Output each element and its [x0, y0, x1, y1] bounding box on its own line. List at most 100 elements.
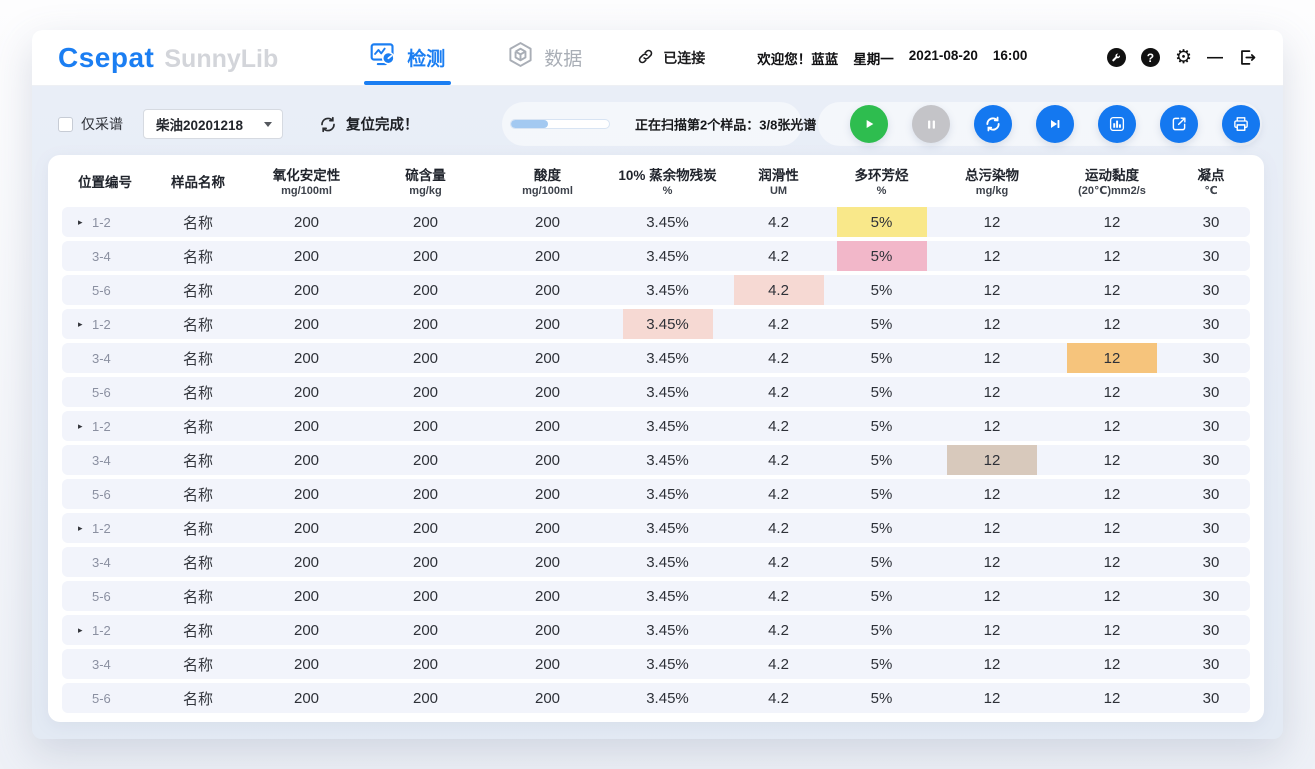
table-cell: 4.2 — [726, 343, 831, 373]
tab-detection[interactable]: 检测 — [370, 30, 445, 85]
table-row[interactable]: 5-6名称2002002003.45%4.25%121230 — [62, 479, 1250, 509]
position-cell: 3-4 — [62, 445, 148, 475]
sample-only-checkbox-group[interactable]: 仅采谱 — [58, 114, 123, 134]
table-row[interactable]: 5-6名称2002002003.45%4.25%121230 — [62, 683, 1250, 713]
table-row[interactable]: ▸1-2名称2002002003.45%4.25%121230 — [62, 615, 1250, 645]
table-row[interactable]: 5-6名称2002002003.45%4.25%121230 — [62, 275, 1250, 305]
table-cell: 200 — [248, 615, 365, 645]
sample-only-checkbox[interactable] — [58, 117, 73, 132]
table-cell: 名称 — [148, 581, 248, 611]
column-title: 硫含量 — [365, 168, 486, 185]
table-cell: 3.45% — [609, 615, 726, 645]
table-cell: 200 — [365, 615, 486, 645]
table-cell: 200 — [486, 309, 609, 339]
table-row[interactable]: 5-6名称2002002003.45%4.25%121230 — [62, 377, 1250, 407]
table-cell: 200 — [365, 445, 486, 475]
table-cell: 200 — [248, 309, 365, 339]
expand-arrow-icon[interactable]: ▸ — [78, 218, 87, 227]
sample-select-value: 柴油20201218 — [156, 114, 243, 134]
table-cell: 3.45% — [609, 343, 726, 373]
column-header-4: 酸度mg/100ml — [486, 168, 609, 199]
app-header: Csepat SunnyLib 检测 — [32, 30, 1283, 86]
export-button[interactable] — [1160, 105, 1198, 143]
table-cell: 5% — [831, 649, 932, 679]
table-cell: 200 — [365, 683, 486, 713]
start-button[interactable] — [850, 105, 888, 143]
table-cell: 名称 — [148, 275, 248, 305]
expand-arrow-icon[interactable]: ▸ — [78, 524, 87, 533]
reset-scan-button[interactable] — [974, 105, 1012, 143]
table-cell: 3.45% — [609, 275, 726, 305]
logout-icon[interactable] — [1238, 48, 1257, 67]
table-cell: 3.45% — [609, 309, 726, 339]
content-area: 仅采谱 柴油20201218 复位完成！ — [32, 86, 1283, 739]
connection-label: 已连接 — [663, 48, 705, 68]
help-icon[interactable]: ? — [1141, 48, 1160, 67]
table-cell: 12 — [932, 479, 1052, 509]
position-label: 1-2 — [92, 623, 111, 638]
toolbar: 仅采谱 柴油20201218 复位完成！ — [32, 86, 1283, 152]
table-row[interactable]: 5-6名称2002002003.45%4.25%121230 — [62, 581, 1250, 611]
table-cell: 名称 — [148, 649, 248, 679]
date-text: 2021-08-20 — [909, 48, 978, 68]
table-cell: 3.45% — [609, 207, 726, 237]
expand-arrow-icon[interactable]: ▸ — [78, 320, 87, 329]
table-cell: 5% — [831, 309, 932, 339]
reset-status-group[interactable]: 复位完成！ — [318, 114, 419, 135]
table-row[interactable]: ▸1-2名称2002002003.45%4.25%121230 — [62, 309, 1250, 339]
expand-arrow-icon[interactable]: ▸ — [78, 422, 87, 431]
position-cell: 3-4 — [62, 547, 148, 577]
position-cell: 3-4 — [62, 649, 148, 679]
sample-select-dropdown[interactable]: 柴油20201218 — [143, 109, 283, 139]
table-cell: 名称 — [148, 479, 248, 509]
table-cell: 4.2 — [726, 581, 831, 611]
table-row[interactable]: ▸1-2名称2002002003.45%4.25%121230 — [62, 411, 1250, 441]
table-cell: 12 — [932, 309, 1052, 339]
table-cell: 4.2 — [726, 275, 831, 305]
table-cell: 4.2 — [726, 377, 831, 407]
table-cell: 4.2 — [726, 445, 831, 475]
table-cell: 4.2 — [726, 683, 831, 713]
table-cell: 30 — [1172, 275, 1250, 305]
table-cell: 5% — [831, 683, 932, 713]
table-row[interactable]: ▸1-2名称2002002003.45%4.25%121230 — [62, 513, 1250, 543]
export-icon — [1170, 115, 1188, 133]
print-button[interactable] — [1222, 105, 1260, 143]
table-row[interactable]: 3-4名称2002002003.45%4.25%121230 — [62, 649, 1250, 679]
time-text: 16:00 — [993, 48, 1028, 68]
table-row[interactable]: ▸1-2名称2002002003.45%4.25%121230 — [62, 207, 1250, 237]
position-label: 1-2 — [92, 317, 111, 332]
app-window: Csepat SunnyLib 检测 — [32, 30, 1283, 739]
table-row[interactable]: 3-4名称2002002003.45%4.25%121230 — [62, 445, 1250, 475]
position-label: 5-6 — [92, 385, 111, 400]
table-cell: 200 — [365, 377, 486, 407]
chart-button[interactable] — [1098, 105, 1136, 143]
column-header-2: 氧化安定性mg/100ml — [248, 168, 365, 199]
table-cell: 200 — [486, 683, 609, 713]
table-row[interactable]: 3-4名称2002002003.45%4.25%121230 — [62, 343, 1250, 373]
pause-button[interactable] — [912, 105, 950, 143]
table-cell: 12 — [932, 411, 1052, 441]
table-cell: 200 — [365, 479, 486, 509]
column-unit: mg/100ml — [248, 185, 365, 199]
position-cell: 5-6 — [62, 581, 148, 611]
table-row[interactable]: 3-4名称2002002003.45%4.25%121230 — [62, 241, 1250, 271]
tab-data[interactable]: 数据 — [507, 30, 582, 85]
expand-arrow-icon[interactable]: ▸ — [78, 626, 87, 635]
position-label: 5-6 — [92, 283, 111, 298]
table-cell: 5% — [831, 207, 932, 237]
table-cell: 3.45% — [609, 683, 726, 713]
next-sample-button[interactable] — [1036, 105, 1074, 143]
weekday-text: 星期一 — [853, 48, 894, 68]
table-cell: 30 — [1172, 309, 1250, 339]
minimize-icon[interactable]: — — [1207, 50, 1223, 66]
table-cell: 30 — [1172, 683, 1250, 713]
position-label: 3-4 — [92, 453, 111, 468]
settings-gear-icon[interactable]: ⚙ — [1175, 48, 1192, 67]
table-row[interactable]: 3-4名称2002002003.45%4.25%121230 — [62, 547, 1250, 577]
tool-icon[interactable] — [1107, 48, 1126, 67]
table-cell: 200 — [486, 377, 609, 407]
table-cell: 名称 — [148, 241, 248, 271]
table-cell: 200 — [365, 275, 486, 305]
reset-refresh-icon — [318, 114, 338, 134]
